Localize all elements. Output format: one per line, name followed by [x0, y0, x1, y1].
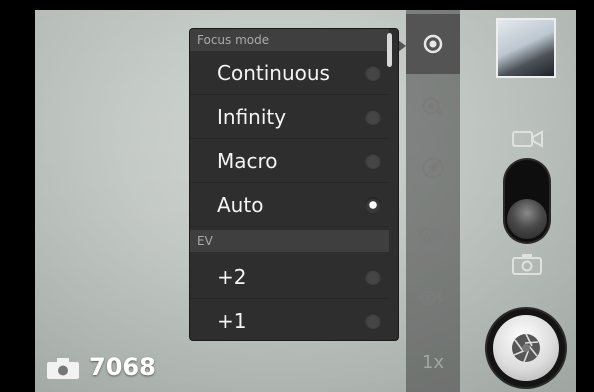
white-balance-icon: A W: [419, 227, 444, 243]
scene-mode-icon: [422, 157, 444, 179]
option-label: Macro: [217, 149, 278, 173]
radio-button[interactable]: [365, 109, 381, 125]
option-label: Infinity: [217, 105, 287, 129]
radio-button[interactable]: [365, 313, 381, 329]
option-label: Auto: [217, 193, 264, 217]
top-black-bar: [0, 0, 594, 10]
left-black-bar: [0, 0, 35, 392]
zoom-level-label: 1x: [421, 351, 445, 373]
option-label: +1: [217, 309, 247, 333]
flash-auto-icon: A: [420, 290, 444, 306]
option-macro[interactable]: Macro: [190, 139, 389, 183]
svg-text:A: A: [424, 232, 431, 242]
popup-pointer: [398, 40, 406, 52]
option-infinity[interactable]: Infinity: [190, 95, 389, 139]
svg-text:W: W: [434, 232, 444, 242]
svg-text:A: A: [425, 295, 432, 305]
focus-mode-button[interactable]: [406, 14, 460, 74]
section-header-focus-mode: Focus mode: [190, 29, 389, 51]
right-black-bar: [576, 0, 594, 392]
still-camera-icon[interactable]: [512, 253, 542, 275]
option-ev-plus-1[interactable]: +1: [190, 299, 389, 340]
aperture-icon: [512, 333, 540, 363]
radio-button-selected[interactable]: [365, 197, 381, 213]
remaining-shots-count: 7068: [89, 353, 156, 381]
switch-knob[interactable]: [507, 199, 547, 239]
video-camera-icon[interactable]: [512, 129, 544, 149]
focus-mode-icon: [423, 34, 443, 54]
option-ev-plus-2[interactable]: +2: [190, 255, 389, 299]
last-photo-thumbnail[interactable]: [496, 18, 556, 78]
option-label: +2: [217, 265, 247, 289]
camera-counter-icon: [47, 358, 79, 379]
radio-button[interactable]: [365, 269, 381, 285]
zoom-indicator: 1x: [406, 332, 460, 392]
flash-button[interactable]: A: [406, 268, 460, 328]
radio-button[interactable]: [365, 153, 381, 169]
option-continuous[interactable]: Continuous: [190, 51, 389, 95]
focus-settings-popup: Focus mode Continuous Infinity Macro Aut…: [190, 29, 398, 340]
exposure-icon: [422, 97, 444, 117]
popup-scrollbar[interactable]: [387, 33, 392, 67]
option-label: Continuous: [217, 61, 330, 85]
exposure-button[interactable]: [406, 78, 460, 138]
radio-button[interactable]: [365, 65, 381, 81]
white-balance-button[interactable]: A W: [406, 205, 460, 265]
option-auto[interactable]: Auto: [190, 183, 389, 227]
section-header-ev: EV: [190, 230, 389, 252]
scene-mode-button[interactable]: [406, 138, 460, 198]
